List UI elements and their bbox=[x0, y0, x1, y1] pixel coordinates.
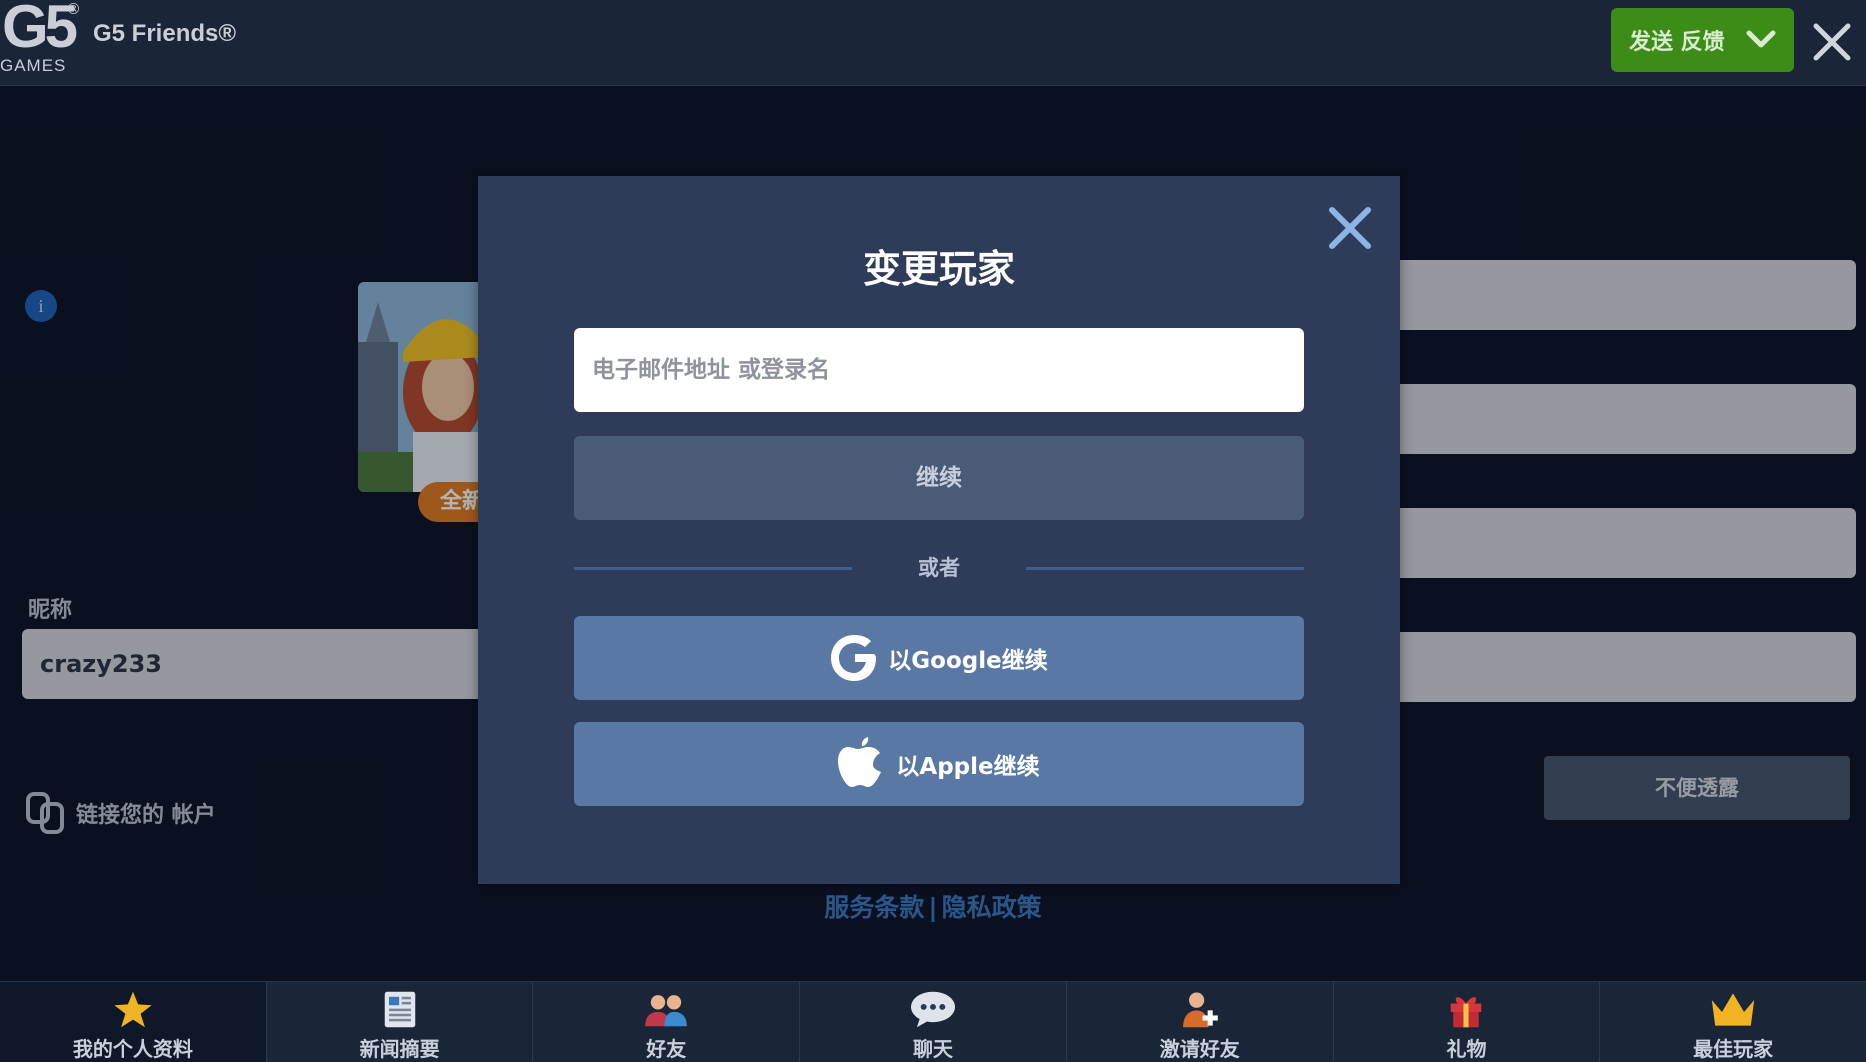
nav-label: 激请好友 bbox=[1159, 1037, 1240, 1061]
logo-registered: ® bbox=[66, 0, 81, 18]
logo-mark: G5 bbox=[2, 0, 78, 60]
close-icon[interactable] bbox=[1810, 20, 1854, 64]
g5-games-logo: G5 ® GAMES bbox=[0, 0, 88, 80]
nav-label: 聊天 bbox=[913, 1037, 954, 1061]
dialog-title: 变更玩家 bbox=[862, 247, 1015, 291]
chevron-down-icon bbox=[1746, 30, 1776, 48]
bottom-nav: 我的个人资料 新闻摘要 好友 聊天 激请好友 礼物 最佳玩家 bbox=[0, 981, 1866, 1062]
nav-item-gifts[interactable]: 礼物 bbox=[1334, 982, 1601, 1062]
newspaper-icon bbox=[384, 991, 415, 1028]
crown-icon bbox=[1711, 993, 1755, 1026]
top-bar: G5 ® GAMES G5 Friends® 发送 反馈 bbox=[0, 0, 1866, 86]
nav-item-friends[interactable]: 好友 bbox=[533, 982, 801, 1062]
google-icon bbox=[831, 635, 877, 681]
nav-item-my-profile[interactable]: 我的个人资料 bbox=[0, 982, 267, 1062]
nav-item-news[interactable]: 新闻摘要 bbox=[267, 982, 534, 1062]
chat-bubble-icon bbox=[910, 991, 956, 1028]
friends-icon bbox=[645, 995, 688, 1027]
brand-title: G5 Friends® bbox=[93, 20, 237, 47]
change-player-dialog: 变更玩家 继续 或者 以Google继续 以Apple继续 bbox=[478, 176, 1400, 884]
logo-games-text: GAMES bbox=[0, 56, 67, 75]
nav-label: 新闻摘要 bbox=[359, 1037, 440, 1061]
google-continue-button[interactable]: 以Google继续 bbox=[574, 616, 1304, 700]
nav-item-chat[interactable]: 聊天 bbox=[800, 982, 1067, 1062]
star-icon bbox=[114, 991, 152, 1028]
email-or-login-input[interactable] bbox=[574, 328, 1304, 412]
apple-continue-label: 以Apple继续 bbox=[896, 754, 1040, 780]
gift-icon bbox=[1451, 997, 1482, 1028]
nav-label: 最佳玩家 bbox=[1693, 1037, 1774, 1061]
invite-friend-icon bbox=[1182, 992, 1218, 1028]
google-continue-label: 以Google继续 bbox=[888, 648, 1048, 674]
send-feedback-button[interactable]: 发送 反馈 bbox=[1611, 8, 1794, 72]
nav-label: 礼物 bbox=[1446, 1037, 1487, 1061]
nav-item-top-players[interactable]: 最佳玩家 bbox=[1600, 982, 1866, 1062]
nav-item-invite-friends[interactable]: 激请好友 bbox=[1067, 982, 1334, 1062]
apple-continue-button[interactable]: 以Apple继续 bbox=[574, 722, 1304, 806]
nav-label: 我的个人资料 bbox=[72, 1037, 193, 1061]
send-feedback-label: 发送 反馈 bbox=[1629, 30, 1725, 55]
continue-button[interactable]: 继续 bbox=[574, 436, 1304, 520]
divider-right bbox=[1026, 567, 1304, 570]
apple-icon bbox=[838, 737, 882, 787]
nav-label: 好友 bbox=[646, 1037, 687, 1061]
